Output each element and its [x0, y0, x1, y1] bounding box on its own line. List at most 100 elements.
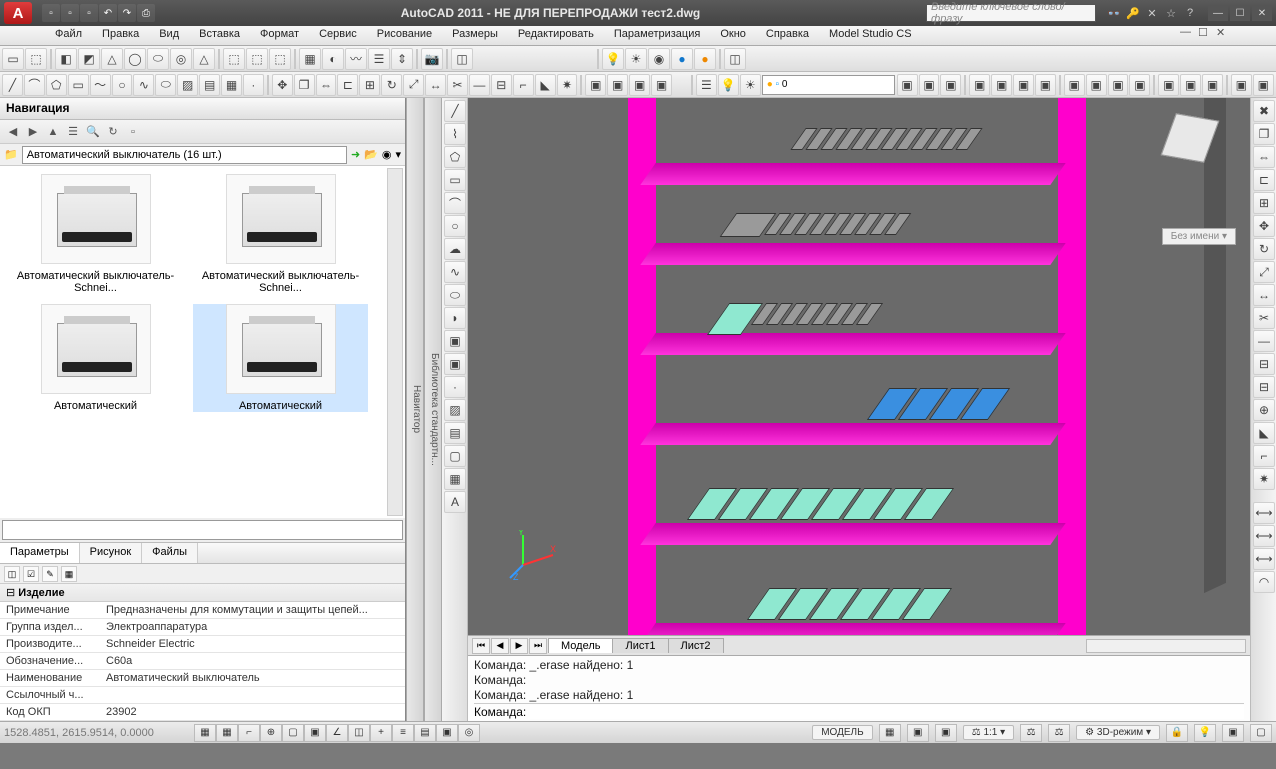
tab-first-icon[interactable]: ⏮ [472, 638, 490, 654]
menu-modelstudio[interactable]: Model Studio CS [819, 26, 922, 45]
ucs-icon[interactable]: ◫ [451, 48, 473, 70]
ms-tool-13-icon[interactable]: ▣ [1180, 74, 1201, 96]
rotate2-icon[interactable]: ↻ [1253, 238, 1275, 260]
tab-drawing[interactable]: Рисунок [80, 543, 143, 563]
tab-sheet1[interactable]: Лист1 [612, 638, 668, 653]
menu-insert[interactable]: Вставка [189, 26, 250, 45]
circle2-icon[interactable]: ○ [444, 215, 466, 237]
ms-tool-15-icon[interactable]: ▣ [1231, 74, 1252, 96]
app-logo-icon[interactable]: A [4, 2, 32, 24]
catalog-item[interactable]: Автоматический выключатель-Schnei... [8, 174, 183, 294]
ms-tool-8-icon[interactable]: ▣ [1064, 74, 1085, 96]
doc-minimize-icon[interactable]: — [1180, 26, 1196, 45]
ms-tool-16-icon[interactable]: ▣ [1253, 74, 1274, 96]
layer-manager-icon[interactable]: ☰ [696, 74, 717, 96]
maximize-icon[interactable]: ☐ [1230, 5, 1250, 21]
fillet2-icon[interactable]: ⌐ [1253, 445, 1275, 467]
presspull-icon[interactable]: ⇕ [391, 48, 413, 70]
ellipse-icon[interactable]: ⬭ [155, 74, 176, 96]
ortho-toggle-icon[interactable]: ⌐ [238, 724, 260, 742]
spline-icon[interactable]: ∿ [133, 74, 154, 96]
rectangle-icon[interactable]: ▭ [68, 74, 89, 96]
nav-go-icon[interactable]: ➜ [351, 148, 360, 161]
group-icon[interactable]: ▣ [651, 74, 672, 96]
join-icon[interactable]: ⊕ [1253, 399, 1275, 421]
tab-sheet2[interactable]: Лист2 [668, 638, 724, 653]
palette-navigator[interactable]: Навигатор [406, 98, 424, 721]
extend-icon[interactable]: — [469, 74, 490, 96]
extrude-face-icon[interactable]: ▦ [299, 48, 321, 70]
qat-new-icon[interactable]: ▫ [42, 4, 60, 22]
menu-file[interactable]: Файл [45, 26, 92, 45]
layer-dropdown[interactable]: ● ▫ 0 [762, 75, 895, 95]
extrude-icon[interactable]: ⬚ [25, 48, 47, 70]
nav-refresh-icon[interactable]: ↻ [104, 123, 122, 141]
toolbar-lock-icon[interactable]: 🔒 [1166, 724, 1188, 742]
mirror2-icon[interactable]: ⇔ [1253, 146, 1275, 168]
doc-close-icon[interactable]: ✕ [1216, 26, 1232, 45]
wedge-icon[interactable]: ◩ [78, 48, 100, 70]
gradient2-icon[interactable]: ▤ [444, 422, 466, 444]
insertblock-icon[interactable]: ▣ [444, 330, 466, 352]
nav-up-icon[interactable]: ▲ [44, 123, 62, 141]
dim3-icon[interactable]: ⟷ [1253, 548, 1275, 570]
grid-display-icon[interactable]: ▦ [879, 724, 901, 742]
otrack-toggle-icon[interactable]: ∠ [326, 724, 348, 742]
lwt-toggle-icon[interactable]: ≡ [392, 724, 414, 742]
region-icon[interactable]: ▢ [444, 445, 466, 467]
tab-parameters[interactable]: Параметры [0, 543, 80, 563]
layer-state-icon[interactable]: 💡 [718, 74, 739, 96]
ms-tool-2-icon[interactable]: ▣ [919, 74, 940, 96]
nav-opts-icon[interactable]: ▾ [395, 148, 401, 161]
nav-view-icon[interactable]: ◉ [382, 148, 392, 161]
line-icon[interactable]: ╱ [2, 74, 23, 96]
insert-icon[interactable]: ▣ [607, 74, 628, 96]
tab-model[interactable]: Модель [548, 638, 613, 653]
catalog-item[interactable]: Автоматический [8, 304, 183, 412]
xref-icon[interactable]: ▣ [629, 74, 650, 96]
sc-toggle-icon[interactable]: ◎ [458, 724, 480, 742]
layer-freeze-icon[interactable]: ☀ [740, 74, 761, 96]
offset2-icon[interactable]: ⊏ [1253, 169, 1275, 191]
sky-icon[interactable]: ◉ [648, 48, 670, 70]
tab-files[interactable]: Файлы [142, 543, 198, 563]
param-row[interactable]: Ссылочный ч... [0, 687, 405, 704]
help-icon[interactable]: ? [1182, 5, 1198, 21]
doc-restore-icon[interactable]: ☐ [1198, 26, 1214, 45]
param-tool-3-icon[interactable]: ✎ [42, 566, 58, 582]
qat-save-icon[interactable]: ▫ [80, 4, 98, 22]
polygon-icon[interactable]: ⬠ [46, 74, 67, 96]
nav-fwd-icon[interactable]: ▶ [24, 123, 42, 141]
mirror-icon[interactable]: ⇔ [316, 74, 337, 96]
param-tool-1-icon[interactable]: ◫ [4, 566, 20, 582]
menu-tools[interactable]: Сервис [309, 26, 367, 45]
menu-format[interactable]: Формат [250, 26, 309, 45]
qat-undo-icon[interactable]: ↶ [99, 4, 117, 22]
param-row[interactable]: Код ОКП23902 [0, 704, 405, 721]
light-icon[interactable]: 💡 [602, 48, 624, 70]
erase-icon[interactable]: ✖ [1253, 100, 1275, 122]
menu-modify[interactable]: Редактировать [508, 26, 604, 45]
nav-back-icon[interactable]: ◀ [4, 123, 22, 141]
workspace-button[interactable]: ⚙ 3D-режим ▾ [1076, 725, 1160, 740]
param-row[interactable]: ПримечаниеПредназначены для коммутации и… [0, 602, 405, 619]
block-icon[interactable]: ▣ [585, 74, 606, 96]
catalog-item[interactable]: Автоматический выключатель-Schnei... [193, 174, 368, 294]
union-icon[interactable]: ⬚ [223, 48, 245, 70]
stretch2-icon[interactable]: ↔ [1253, 284, 1275, 306]
polygon2-icon[interactable]: ⬠ [444, 146, 466, 168]
h-scrollbar[interactable] [1086, 639, 1246, 653]
move-icon[interactable]: ✥ [272, 74, 293, 96]
param-tool-2-icon[interactable]: ☑ [23, 566, 39, 582]
ms-tool-12-icon[interactable]: ▣ [1158, 74, 1179, 96]
nav-folder-icon[interactable]: 📂 [364, 148, 378, 161]
nav-filter-input[interactable] [2, 520, 403, 540]
cylinder-icon[interactable]: ⬭ [147, 48, 169, 70]
hatch-icon[interactable]: ▨ [177, 74, 198, 96]
move2-icon[interactable]: ✥ [1253, 215, 1275, 237]
command-input[interactable] [530, 705, 1244, 719]
menu-parametric[interactable]: Параметризация [604, 26, 710, 45]
nav-find-icon[interactable]: 🔍 [84, 123, 102, 141]
model-viewport[interactable]: Без имени ▾ Y X Z [468, 98, 1250, 635]
nav-new-icon[interactable]: ▫ [124, 123, 142, 141]
